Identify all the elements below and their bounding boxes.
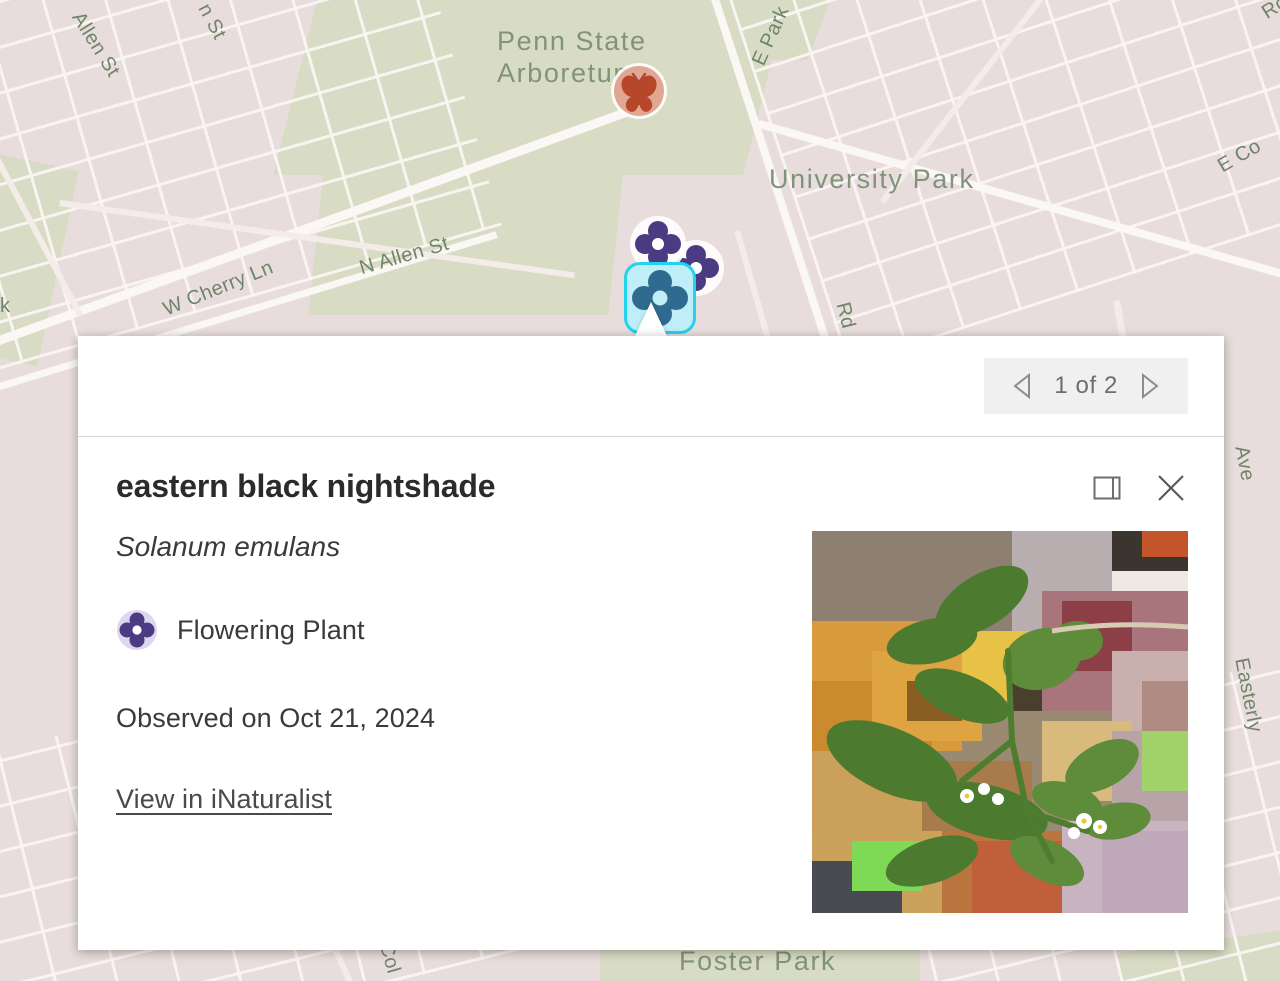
dock-panel-icon [1093, 476, 1121, 500]
street-grid-northwest [0, 0, 502, 380]
chevron-right-icon [1142, 373, 1159, 399]
dock-panel-button[interactable] [1090, 471, 1124, 505]
view-in-inaturalist-link[interactable]: View in iNaturalist [116, 784, 332, 814]
next-feature-button[interactable] [1130, 367, 1168, 405]
popup-body: eastern black nightshade Solanum emulans… [78, 437, 1224, 950]
popup-pointer [634, 302, 668, 338]
popup-content: Solanum emulans Flowering Plant Observed… [116, 531, 1188, 914]
category-row: Flowering Plant [116, 609, 812, 651]
map-label-university-park: University Park [769, 164, 975, 194]
close-icon [1158, 475, 1184, 501]
butterfly-marker[interactable] [611, 63, 667, 119]
scientific-name: Solanum emulans [116, 531, 341, 563]
chevron-left-icon [1013, 373, 1031, 399]
popup-title-row: eastern black nightshade [116, 467, 1188, 505]
map-label-penn-state: Penn State [497, 26, 647, 56]
observed-date: Observed on Oct 21, 2024 [116, 703, 436, 734]
map-label-foster-park: Foster Park [679, 946, 837, 976]
popup-details-column: Solanum emulans Flowering Plant Observed… [116, 531, 812, 913]
popup-pagination: 1 of 2 [984, 358, 1188, 414]
map-application: Penn State Arboretum University Park Fos… [0, 0, 1280, 981]
feature-popup: 1 of 2 eastern black nightshade Solanum … [78, 336, 1224, 950]
pagination-count: 1 of 2 [1054, 372, 1118, 399]
butterfly-icon [614, 66, 664, 116]
close-popup-button[interactable] [1154, 471, 1188, 505]
popup-photo-column [812, 531, 1188, 914]
map-label-ave: Ave [1230, 444, 1259, 483]
map-label-k-partial: k [0, 295, 11, 317]
popup-title: eastern black nightshade [116, 468, 496, 504]
previous-feature-button[interactable] [1004, 367, 1042, 405]
category-label: Flowering Plant [177, 614, 365, 645]
observation-photo[interactable] [812, 531, 1188, 914]
popup-topbar: 1 of 2 [78, 336, 1224, 437]
popup-actions [1090, 467, 1188, 505]
flower-icon [117, 610, 157, 651]
